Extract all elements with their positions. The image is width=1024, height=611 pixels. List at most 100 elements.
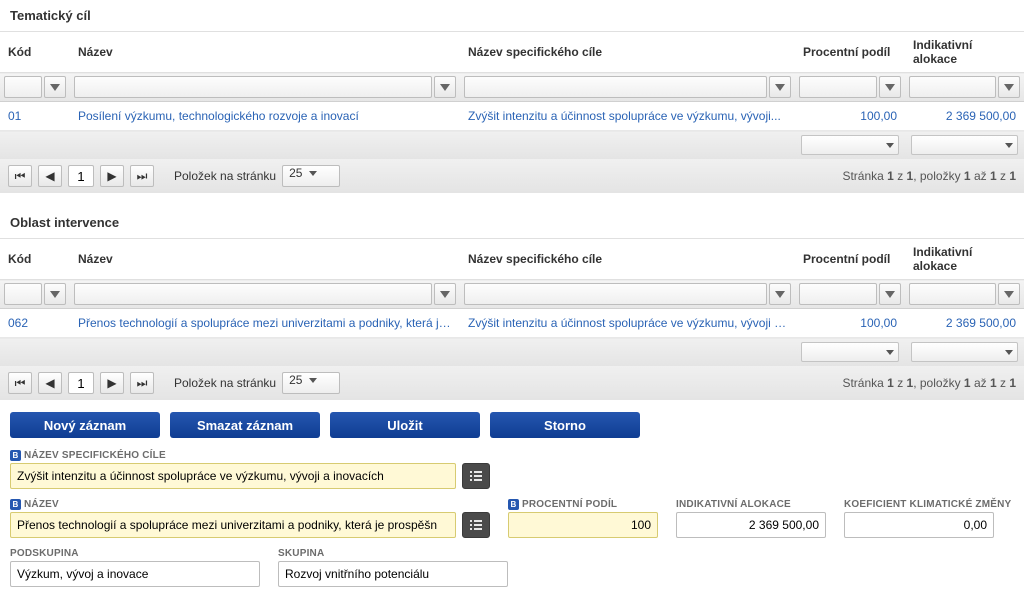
save-button[interactable]: Uložit <box>330 412 480 438</box>
required-icon: B <box>508 499 519 510</box>
spec-label: BNÁZEV SPECIFICKÉHO CÍLE <box>10 450 490 461</box>
cell-spec[interactable]: Zvýšit intenzitu a účinnost spolupráce v… <box>460 309 795 338</box>
pager-last-button[interactable]: ⏭ <box>130 372 154 394</box>
delete-record-button[interactable]: Smazat záznam <box>170 412 320 438</box>
filter-alokace-button[interactable] <box>998 76 1020 98</box>
filter-podil-button[interactable] <box>879 283 901 305</box>
tematic-panel-title: Tematický cíl <box>0 0 1024 31</box>
cell-spec[interactable]: Zvýšit intenzitu a účinnost spolupráce v… <box>460 102 795 131</box>
oblast-filter-row <box>0 280 1024 309</box>
filter-alokace-button[interactable] <box>998 283 1020 305</box>
filter-podil-input[interactable] <box>799 76 877 98</box>
pager-perpage-label: Položek na stránku <box>174 376 276 390</box>
cell-kod[interactable]: 01 <box>0 102 70 131</box>
pager-page-input[interactable] <box>68 165 94 187</box>
col-nazev[interactable]: Název <box>70 239 460 280</box>
col-kod[interactable]: Kód <box>0 239 70 280</box>
summary-alokace-dropdown[interactable] <box>911 342 1018 362</box>
pager-prev-button[interactable]: ◀ <box>38 165 62 187</box>
required-icon: B <box>10 499 21 510</box>
podil-label: BPROCENTNÍ PODÍL <box>508 499 658 510</box>
summary-podil-dropdown[interactable] <box>801 135 899 155</box>
podil-input[interactable] <box>508 512 658 538</box>
cancel-button[interactable]: Storno <box>490 412 640 438</box>
tematic-filter-row <box>0 73 1024 102</box>
filter-nazev-button[interactable] <box>434 283 456 305</box>
col-alokace[interactable]: Indikativní alokace <box>905 32 1024 73</box>
new-record-button[interactable]: Nový záznam <box>10 412 160 438</box>
col-nazev[interactable]: Název <box>70 32 460 73</box>
cell-kod[interactable]: 062 <box>0 309 70 338</box>
tematic-data-row[interactable]: 01 Posílení výzkumu, technologického roz… <box>0 102 1024 131</box>
filter-podil-input[interactable] <box>799 283 877 305</box>
chevron-down-icon <box>309 378 317 383</box>
pager-summary: Stránka 1 z 1, položky 1 až 1 z 1 <box>842 169 1016 183</box>
chevron-down-icon <box>1005 350 1013 355</box>
filter-alokace-input[interactable] <box>909 76 996 98</box>
cell-nazev[interactable]: Posílení výzkumu, technologického rozvoj… <box>70 102 460 131</box>
filter-nazev-button[interactable] <box>434 76 456 98</box>
spec-input[interactable] <box>10 463 456 489</box>
col-spec[interactable]: Název specifického cíle <box>460 32 795 73</box>
podskupina-label: PODSKUPINA <box>10 548 260 559</box>
col-spec[interactable]: Název specifického cíle <box>460 239 795 280</box>
nazev-label: BNÁZEV <box>10 499 490 510</box>
cell-alokace: 2 369 500,00 <box>905 102 1024 131</box>
filter-podil-button[interactable] <box>879 76 901 98</box>
funnel-icon <box>1004 291 1014 298</box>
alokace-input[interactable] <box>676 512 826 538</box>
pager-perpage-select[interactable]: 25 <box>282 372 340 394</box>
filter-nazev-input[interactable] <box>74 283 432 305</box>
filter-nazev-input[interactable] <box>74 76 432 98</box>
pager-next-button[interactable]: ▶ <box>100 165 124 187</box>
funnel-icon <box>775 84 785 91</box>
koef-input[interactable] <box>844 512 994 538</box>
funnel-icon <box>440 291 450 298</box>
col-alokace[interactable]: Indikativní alokace <box>905 239 1024 280</box>
pager-first-button[interactable]: ⏮ <box>8 165 32 187</box>
cell-nazev[interactable]: Přenos technologií a spolupráce mezi uni… <box>70 309 460 338</box>
chevron-down-icon <box>309 171 317 176</box>
nazev-picker-button[interactable] <box>462 512 490 538</box>
skupina-input[interactable] <box>278 561 508 587</box>
col-podil[interactable]: Procentní podíl <box>795 239 905 280</box>
filter-alokace-input[interactable] <box>909 283 996 305</box>
funnel-icon <box>885 84 895 91</box>
action-bar: Nový záznam Smazat záznam Uložit Storno <box>0 400 1024 450</box>
funnel-icon <box>775 291 785 298</box>
pager-first-button[interactable]: ⏮ <box>8 372 32 394</box>
filter-spec-input[interactable] <box>464 76 767 98</box>
filter-spec-input[interactable] <box>464 283 767 305</box>
col-podil[interactable]: Procentní podíl <box>795 32 905 73</box>
pager-prev-button[interactable]: ◀ <box>38 372 62 394</box>
filter-kod-button[interactable] <box>44 76 66 98</box>
detail-form: BNÁZEV SPECIFICKÉHO CÍLE BNÁZEV BPROCENT… <box>0 450 1024 611</box>
nazev-input[interactable] <box>10 512 456 538</box>
filter-kod-button[interactable] <box>44 283 66 305</box>
pager-next-button[interactable]: ▶ <box>100 372 124 394</box>
podskupina-input[interactable] <box>10 561 260 587</box>
summary-podil-dropdown[interactable] <box>801 342 899 362</box>
oblast-data-row[interactable]: 062 Přenos technologií a spolupráce mezi… <box>0 309 1024 338</box>
pager-last-button[interactable]: ⏭ <box>130 165 154 187</box>
filter-spec-button[interactable] <box>769 76 791 98</box>
funnel-icon <box>885 291 895 298</box>
cell-podil: 100,00 <box>795 309 905 338</box>
koef-label: KOEFICIENT KLIMATICKÉ ZMĚNY <box>844 499 1011 510</box>
funnel-icon <box>50 84 60 91</box>
summary-alokace-dropdown[interactable] <box>911 135 1018 155</box>
pager-perpage-select[interactable]: 25 <box>282 165 340 187</box>
filter-spec-button[interactable] <box>769 283 791 305</box>
pager-perpage-value: 25 <box>289 166 302 180</box>
oblast-summary-row <box>0 338 1024 367</box>
filter-kod-input[interactable] <box>4 76 42 98</box>
funnel-icon <box>1004 84 1014 91</box>
pager-page-input[interactable] <box>68 372 94 394</box>
skupina-label: SKUPINA <box>278 548 508 559</box>
oblast-pager: ⏮ ◀ ▶ ⏭ Položek na stránku 25 Stránka 1 … <box>0 366 1024 400</box>
filter-kod-input[interactable] <box>4 283 42 305</box>
spec-picker-button[interactable] <box>462 463 490 489</box>
col-kod[interactable]: Kód <box>0 32 70 73</box>
chevron-down-icon <box>886 143 894 148</box>
alokace-label: INDIKATIVNÍ ALOKACE <box>676 499 826 510</box>
